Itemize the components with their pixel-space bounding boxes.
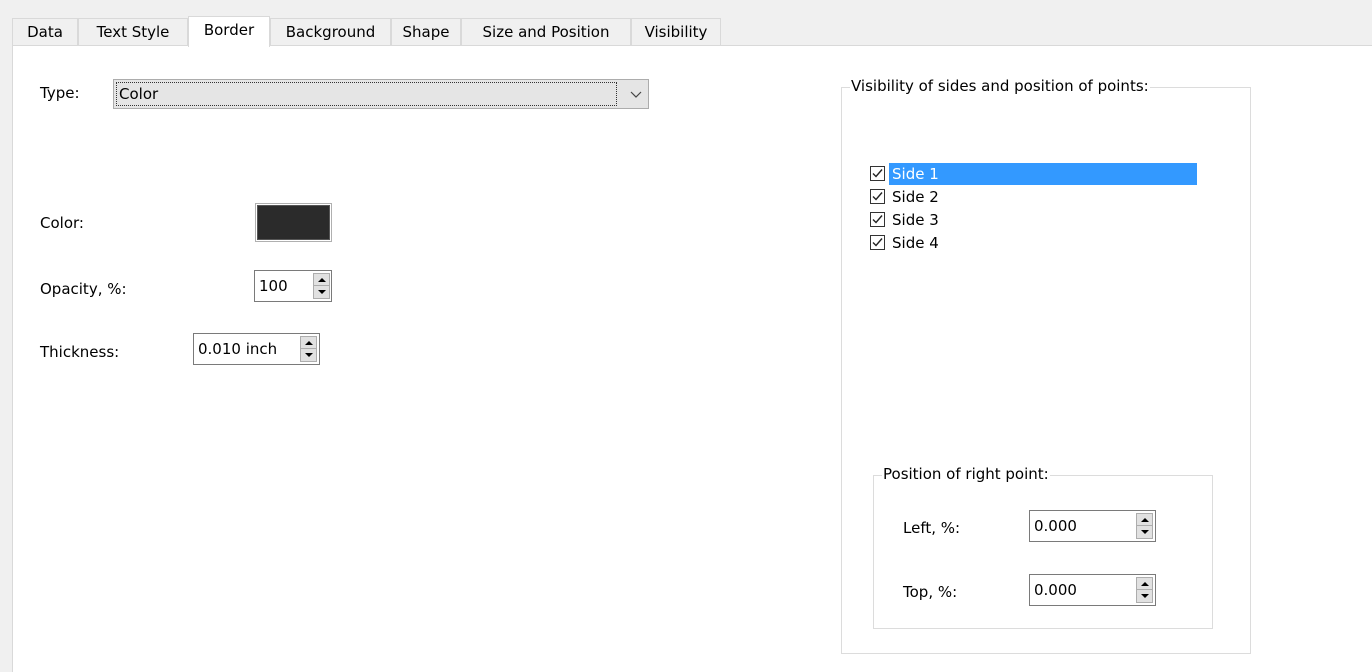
tab-label: Background xyxy=(285,23,376,41)
thickness-label: Thickness: xyxy=(40,343,120,361)
thickness-value: 0.010 inch xyxy=(198,340,278,358)
side-3-checkbox[interactable]: Side 3 xyxy=(870,208,1200,231)
spin-down-icon[interactable] xyxy=(1137,590,1152,602)
tab-border[interactable]: Border xyxy=(188,16,270,47)
left-percent-stepper[interactable]: 0.000 xyxy=(1029,510,1156,542)
checkmark-icon[interactable] xyxy=(870,235,885,250)
side-label: Side 1 xyxy=(889,162,1197,185)
color-label: Color: xyxy=(40,214,84,232)
side-label: Side 3 xyxy=(892,210,939,229)
thickness-stepper[interactable]: 0.010 inch xyxy=(193,333,320,365)
checkmark-icon[interactable] xyxy=(870,212,885,227)
checkmark-icon[interactable] xyxy=(870,189,885,204)
tab-label: Text Style xyxy=(96,23,170,41)
side-2-checkbox[interactable]: Side 2 xyxy=(870,185,1200,208)
tab-visibility[interactable]: Visibility xyxy=(631,18,721,46)
type-label: Type: xyxy=(40,84,80,102)
spin-up-icon[interactable] xyxy=(1137,514,1152,526)
left-spin-buttons[interactable] xyxy=(1136,513,1153,539)
tab-label: Shape xyxy=(402,23,450,41)
tab-text-style[interactable]: Text Style xyxy=(78,18,188,46)
side-1-checkbox[interactable]: Side 1 xyxy=(870,162,1200,185)
opacity-label: Opacity, %: xyxy=(40,280,127,298)
tab-label: Visibility xyxy=(644,23,708,41)
type-dropdown[interactable]: Color xyxy=(113,79,649,109)
opacity-value: 100 xyxy=(259,277,288,295)
tab-label: Data xyxy=(27,23,63,41)
left-percent-value: 0.000 xyxy=(1034,517,1077,535)
side-label: Side 4 xyxy=(892,233,939,252)
top-percent-value: 0.000 xyxy=(1034,581,1077,599)
color-swatch xyxy=(257,205,330,240)
left-percent-label: Left, %: xyxy=(903,519,961,537)
type-dropdown-value: Color xyxy=(116,82,617,106)
opacity-stepper[interactable]: 100 xyxy=(254,270,332,302)
spin-up-icon[interactable] xyxy=(301,337,316,349)
tab-background[interactable]: Background xyxy=(270,18,391,46)
top-spin-buttons[interactable] xyxy=(1136,577,1153,603)
tab-shape[interactable]: Shape xyxy=(391,18,461,46)
side-label: Side 2 xyxy=(892,187,939,206)
spin-up-icon[interactable] xyxy=(314,274,329,286)
tab-label: Border xyxy=(203,21,255,39)
spin-down-icon[interactable] xyxy=(1137,526,1152,538)
side-4-checkbox[interactable]: Side 4 xyxy=(870,231,1200,254)
checkmark-icon[interactable] xyxy=(870,166,885,181)
opacity-spin-buttons[interactable] xyxy=(313,273,330,299)
tab-data[interactable]: Data xyxy=(12,18,78,46)
top-percent-stepper[interactable]: 0.000 xyxy=(1029,574,1156,606)
thickness-spin-buttons[interactable] xyxy=(300,336,317,362)
chevron-down-icon xyxy=(630,91,642,98)
tab-size-and-position[interactable]: Size and Position xyxy=(461,18,631,46)
spin-up-icon[interactable] xyxy=(1137,578,1152,590)
top-percent-label: Top, %: xyxy=(903,583,958,601)
spin-down-icon[interactable] xyxy=(314,286,329,298)
sides-group-title: Visibility of sides and position of poin… xyxy=(850,76,1150,96)
color-picker-button[interactable] xyxy=(255,203,332,242)
spin-down-icon[interactable] xyxy=(301,349,316,361)
right-point-group-title: Position of right point: xyxy=(882,464,1050,484)
tab-label: Size and Position xyxy=(482,23,610,41)
